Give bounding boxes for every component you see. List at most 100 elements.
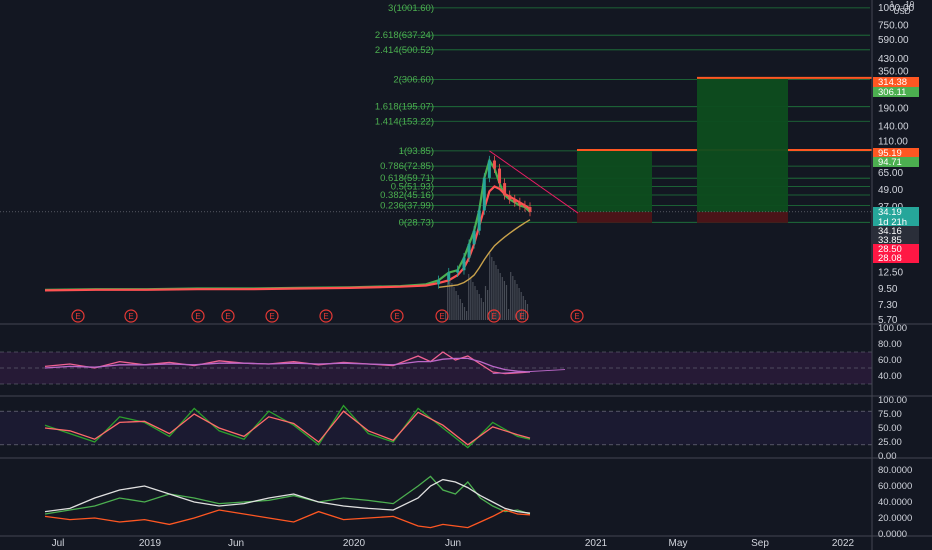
position-loss-zone [697, 211, 788, 223]
candle-body [447, 272, 451, 281]
candle-body [492, 160, 496, 169]
candle-body [456, 270, 460, 273]
candle-body [462, 257, 466, 271]
rsi-axis-tick: 100.00 [878, 323, 907, 334]
dmi-axis-tick: 0.0000 [878, 529, 907, 540]
earnings-badge-label: E [128, 312, 133, 321]
candle-body [437, 280, 441, 285]
volume-bar [472, 282, 474, 320]
fib-level-label: 2.618(637.24) [375, 30, 434, 41]
dmi-axis-tick: 40.0000 [878, 497, 912, 508]
fib-level-label: 2.414(500.52) [375, 45, 434, 56]
candle-body [472, 230, 476, 245]
volume-bar [445, 312, 447, 320]
stoch-axis-tick: 25.00 [878, 437, 902, 448]
price-axis-tick: 7.30 [878, 300, 898, 311]
fib-level-label: 1.618(195.07) [375, 102, 434, 113]
volume-bar [468, 274, 470, 320]
earnings-badge-label: E [195, 312, 200, 321]
price-axis-tick: 190.00 [878, 103, 909, 114]
volume-bar [457, 295, 459, 320]
time-axis-label: Sep [751, 538, 769, 549]
volume-bar [484, 286, 487, 320]
stoch-axis-tick: 50.00 [878, 423, 902, 434]
candle-body [518, 202, 522, 206]
price-axis-tick: 49.00 [878, 185, 903, 196]
volume-bar [514, 280, 516, 320]
volume-bar [489, 253, 491, 320]
candle-body [467, 244, 471, 258]
earnings-badge-label: E [491, 312, 496, 321]
price-axis-tick: 65.00 [878, 168, 903, 179]
earnings-badge-label: E [574, 312, 579, 321]
fib-level-label: 2(306.60) [393, 74, 434, 85]
time-axis-label: 2020 [343, 538, 366, 549]
rsi-axis-tick: 40.00 [878, 371, 902, 382]
candle-body [503, 183, 507, 196]
time-axis-label: 2022 [832, 538, 855, 549]
volume-bar [474, 286, 476, 320]
candle-body [508, 195, 512, 200]
volume-bar [461, 303, 463, 320]
price-badge-text: 28.08 [878, 253, 902, 264]
stochastic-panel[interactable] [0, 404, 872, 449]
fib-level-label: 3(1001.60) [388, 3, 434, 14]
fib-level-label: 0.382(45.16) [380, 190, 434, 201]
position-loss-zone [577, 211, 652, 223]
volume-bar [470, 278, 472, 320]
stoch-axis-tick: 75.00 [878, 409, 902, 420]
earnings-badge-label: E [439, 312, 444, 321]
price-axis-tick: 12.50 [878, 268, 903, 279]
price-badge-text: 306.11 [878, 87, 906, 98]
trading-chart[interactable]: 3(1001.60) 2.618(637.24) 2.414(500.52) 2(30… [0, 0, 932, 550]
volume-bar [455, 291, 457, 320]
volume-bar [453, 287, 455, 320]
earnings-badge-label: E [225, 312, 230, 321]
price-axis-tick: 140.00 [878, 122, 909, 133]
earnings-badge-label: E [75, 312, 80, 321]
earnings-badge-label: E [519, 312, 524, 321]
volume-bar [482, 302, 484, 320]
fib-level-label: 0.236(37.99) [380, 200, 434, 211]
earnings-badge-label: E [269, 312, 274, 321]
fib-level-label: 0(28.73) [399, 217, 434, 228]
volume-bar [466, 311, 468, 320]
price-axis-tick: 110.00 [878, 136, 908, 147]
volume-bar [478, 294, 480, 320]
position-profit-zone [697, 77, 788, 212]
price-axis-tick: 1000.00 [878, 3, 915, 14]
chart-background [0, 0, 932, 550]
position-profit-zone [577, 150, 652, 212]
fib-level-label: 1(93.85) [399, 146, 434, 157]
volume-bar [451, 283, 453, 320]
fib-level-label: 1.414(153.22) [375, 116, 434, 127]
time-axis-label: Jun [445, 538, 461, 549]
volume-bar [449, 279, 451, 320]
candle-body [482, 177, 486, 211]
price-badge-text: 94.71 [878, 157, 902, 168]
dmi-axis-tick: 20.0000 [878, 513, 912, 524]
candle-body [498, 168, 502, 184]
time-axis-label: 2019 [139, 538, 162, 549]
earnings-badge-label: E [394, 312, 399, 321]
volume-bar [480, 298, 482, 320]
dmi-axis-tick: 60.0000 [878, 481, 912, 492]
price-axis-tick: 350.00 [878, 66, 909, 77]
volume-bar [505, 285, 508, 320]
rsi-panel[interactable] [0, 351, 872, 385]
volume-bar [512, 276, 514, 320]
rsi-axis-tick: 80.00 [878, 339, 902, 350]
candle-body [523, 205, 527, 208]
volume-bar [459, 299, 461, 320]
candle-body [477, 210, 481, 231]
earnings-badge-label: E [323, 312, 328, 321]
time-axis-label: 2021 [585, 538, 608, 549]
time-axis-label: Jun [228, 538, 244, 549]
volume-bar [503, 281, 505, 320]
fib-level-label: 0.786(72.85) [380, 161, 434, 172]
time-axis-label: Jul [52, 538, 65, 549]
price-axis-tick: 9.50 [878, 284, 898, 295]
candle-body [513, 199, 517, 203]
candle-body [487, 160, 491, 178]
volume-bar [501, 277, 503, 320]
